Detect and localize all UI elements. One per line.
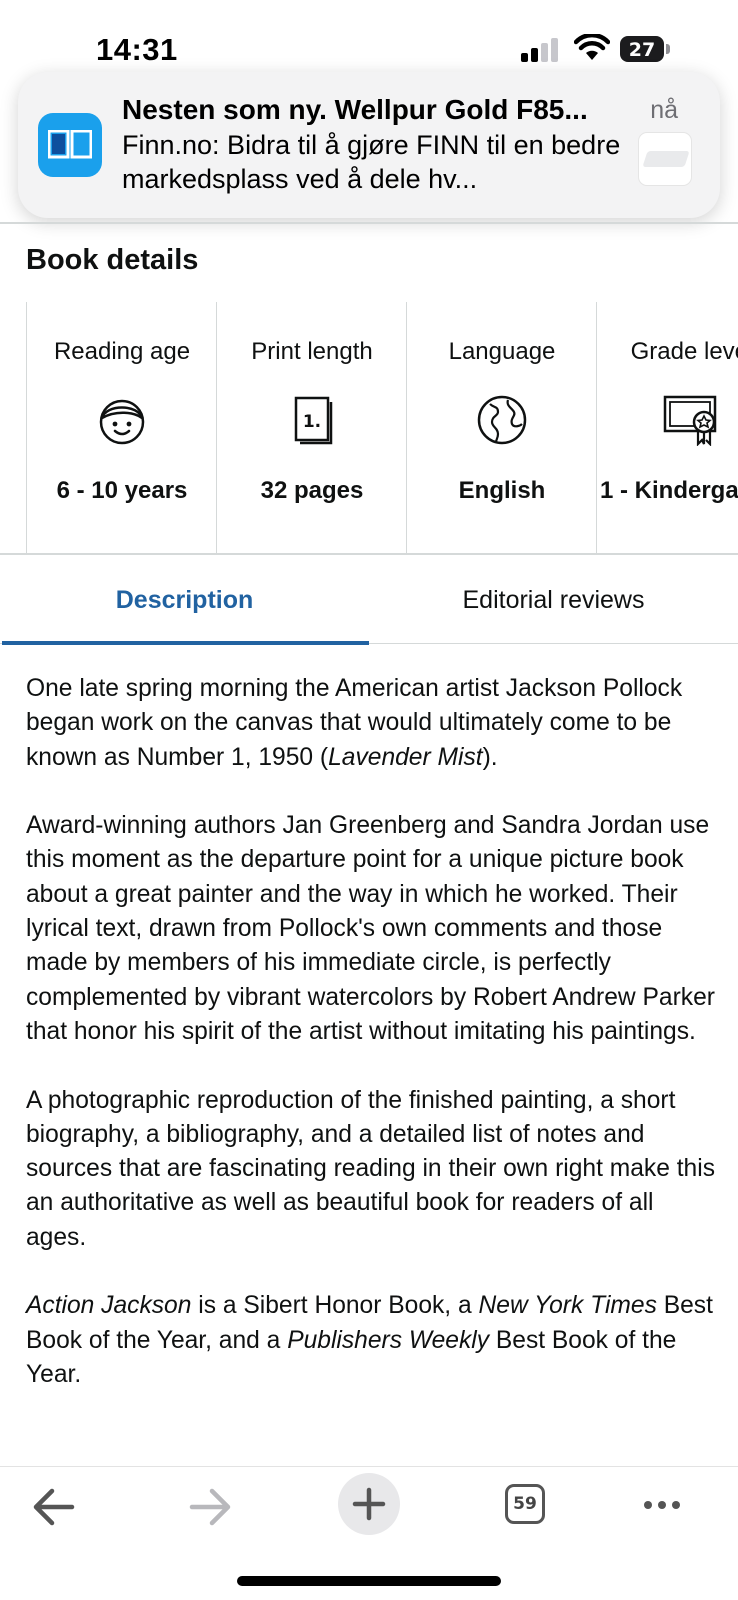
certificate-icon [663,395,717,446]
notification-thumbnail [638,132,692,186]
divider [0,222,738,224]
back-arrow-icon [33,1488,75,1526]
tab-editorial-reviews[interactable]: Editorial reviews [369,556,738,644]
description-paragraph: One late spring morning the American art… [26,675,683,771]
tab-label: Description [115,586,254,614]
description-paragraph: Award-winning authors Jan Greenberg and … [26,812,715,1045]
notification-title: Nesten som ny. Wellpur Gold F85... [122,94,588,125]
globe-icon [477,395,527,445]
forward-arrow-icon [189,1488,231,1526]
svg-text:1.: 1. [303,412,321,432]
more-menu-button[interactable] [618,1467,708,1547]
plus-icon [352,1487,386,1521]
tabs-button[interactable]: 59 [488,1467,578,1547]
detail-label: Language [448,338,556,365]
detail-value: English [458,477,546,504]
description-paragraph: A photographic reproduction of the finis… [26,1086,715,1251]
back-button[interactable] [10,1467,100,1547]
detail-label: Reading age [53,338,191,365]
detail-value: 6 - 10 years [56,477,188,504]
tabs-icon: 59 [505,1484,545,1524]
divider [0,553,738,555]
push-notification[interactable]: Nesten som ny. Wellpur Gold F85... nå Fi… [18,72,720,218]
detail-label: Grade level [630,338,738,365]
notification-time: nå [650,96,678,124]
battery-icon: 27 [620,36,670,62]
description-text: One late spring morning the American art… [26,672,716,1427]
new-tab-button[interactable] [338,1473,400,1535]
detail-language: Language English [406,302,596,554]
wifi-icon [574,34,610,60]
more-dots-icon [644,1501,680,1509]
page-number-icon: 1. [294,396,333,445]
active-tab-indicator [2,641,369,645]
status-time: 14:31 [96,32,178,67]
tab-description[interactable]: Description [0,556,369,645]
detail-print-length: Print length 1. 32 pages [216,302,406,554]
cellular-signal-icon [521,38,561,62]
detail-value: 32 pages [260,477,364,504]
detail-value: 1 - Kindergarten [599,477,738,504]
description-tabs: Description Editorial reviews [0,556,738,645]
book-details-carousel[interactable]: Reading age 6 - 10 years Print length 1.… [26,302,738,554]
book-details-heading: Book details [26,244,199,276]
notification-body: Finn.no: Bidra til å gjøre FINN til en b… [122,130,621,194]
forward-button[interactable] [166,1467,256,1547]
finn-book-icon [38,113,102,177]
tab-label: Editorial reviews [462,586,645,614]
home-indicator[interactable] [237,1576,501,1586]
description-paragraph: Action Jackson is a Sibert Honor Book, a… [26,1292,713,1388]
battery-level: 27 [628,39,656,61]
detail-reading-age: Reading age 6 - 10 years [26,302,216,554]
child-face-icon [99,399,145,445]
detail-grade-level: Grade level 1 - Kindergarten [596,302,738,554]
detail-label: Print length [251,338,373,365]
